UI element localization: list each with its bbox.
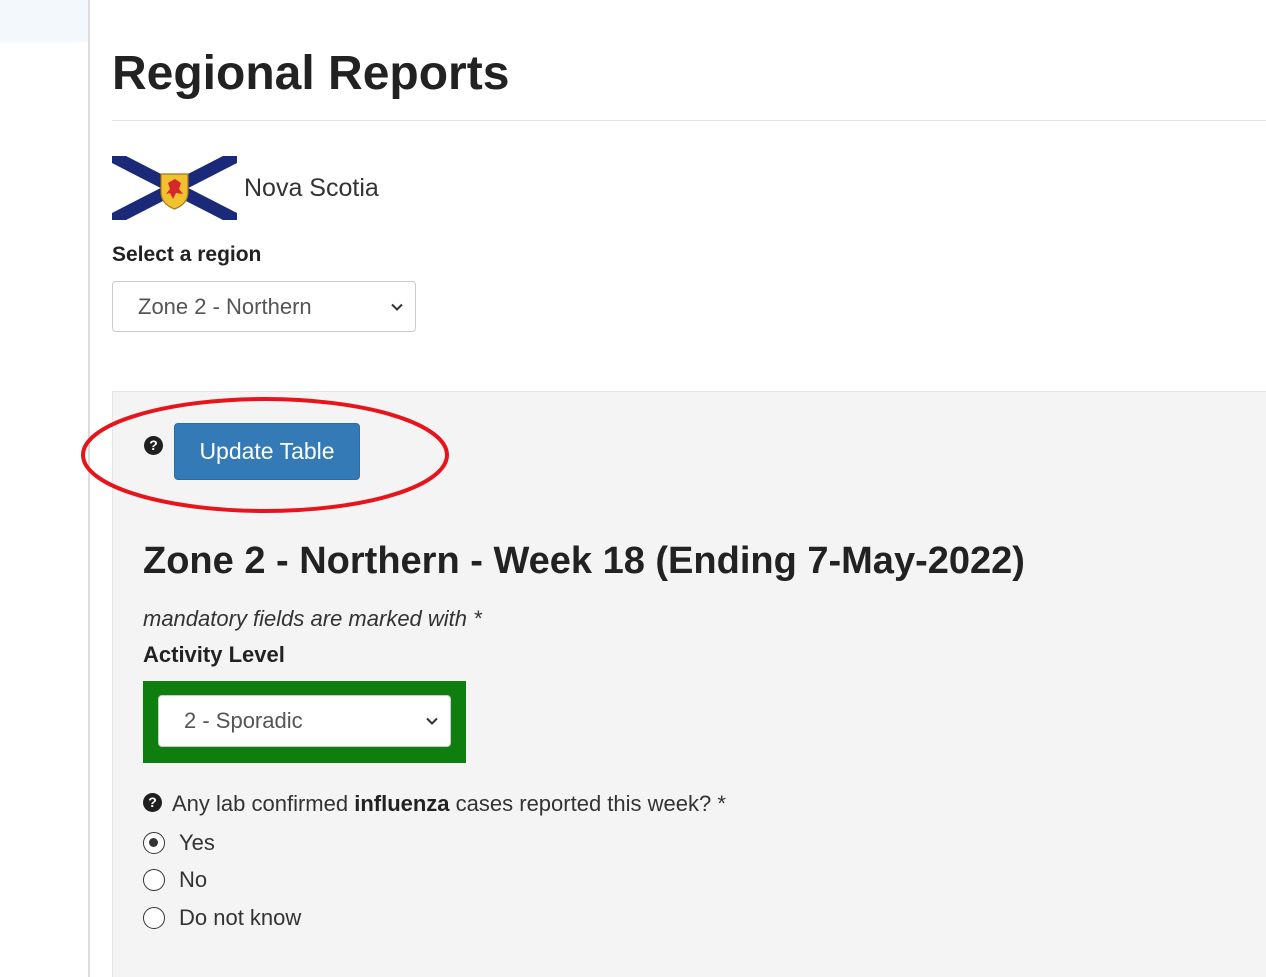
activity-level-select[interactable]: 2 - Sporadic <box>158 695 451 747</box>
radio-label: No <box>179 867 208 892</box>
page-title: Regional Reports <box>112 47 510 100</box>
province-name: Nova Scotia <box>244 174 379 202</box>
radio-option-yes[interactable]: Yes <box>143 830 215 856</box>
radio-option-no[interactable]: No <box>143 867 207 893</box>
activity-level-value: 2 - Sporadic <box>184 708 303 733</box>
chevron-down-icon <box>426 717 438 725</box>
question-circle-icon[interactable]: ? <box>143 793 162 812</box>
region-select[interactable]: Zone 2 - Northern <box>112 281 416 332</box>
radio-option-do-not-know[interactable]: Do not know <box>143 905 301 931</box>
activity-level-label: Activity Level <box>143 642 285 667</box>
region-select-label: Select a region <box>112 243 262 266</box>
chevron-down-icon <box>391 303 403 311</box>
left-divider <box>88 0 90 977</box>
question-circle-icon[interactable]: ? <box>144 436 163 455</box>
region-select-value: Zone 2 - Northern <box>138 293 312 319</box>
left-nav-tab[interactable] <box>0 0 88 42</box>
influenza-question: Any lab confirmed influenza cases report… <box>172 791 726 816</box>
report-heading: Zone 2 - Northern - Week 18 (Ending 7-Ma… <box>143 540 1025 582</box>
update-table-button[interactable]: Update Table <box>174 423 360 480</box>
radio-button[interactable] <box>143 832 165 854</box>
radio-label: Do not know <box>179 905 302 930</box>
radio-button[interactable] <box>143 869 165 891</box>
title-divider <box>112 120 1266 121</box>
radio-label: Yes <box>179 830 215 855</box>
mandatory-note: mandatory fields are marked with * <box>143 606 482 631</box>
radio-button[interactable] <box>143 907 165 929</box>
nova-scotia-flag-icon <box>112 156 237 220</box>
